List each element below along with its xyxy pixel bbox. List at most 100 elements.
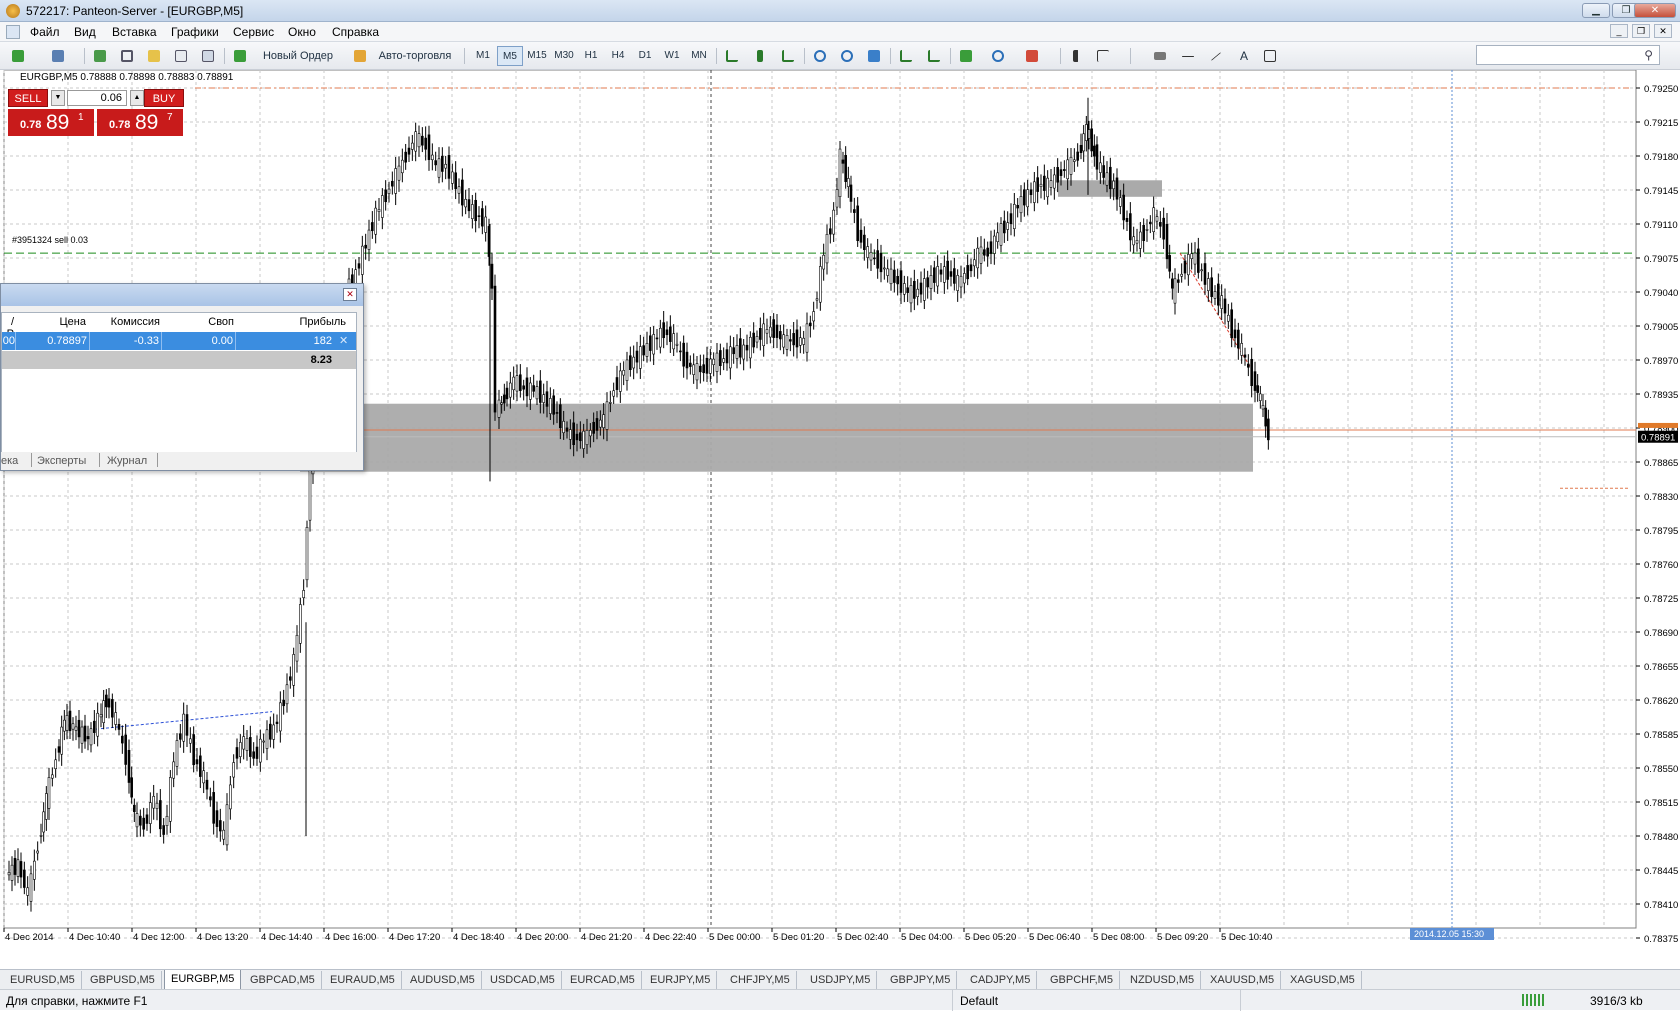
market-watch-icon[interactable]: [90, 46, 110, 66]
terminal-tab-journal[interactable]: Журнал: [107, 455, 147, 467]
candle-bull: [672, 333, 675, 350]
time-tick-label: 4 Dec 13:20: [197, 932, 248, 943]
chart-shift-icon[interactable]: [924, 46, 944, 66]
mdi-minimize-button[interactable]: _: [1610, 24, 1628, 38]
col-swap[interactable]: Своп: [162, 316, 234, 328]
buy-button[interactable]: BUY: [144, 89, 184, 107]
menu-help[interactable]: Справка: [332, 25, 379, 39]
cursor-icon[interactable]: [1066, 46, 1086, 66]
tf-mn-button[interactable]: MN: [686, 46, 712, 66]
strategy-tester-icon[interactable]: [198, 46, 218, 66]
col-profit[interactable]: Прибыль: [236, 316, 346, 328]
status-profile[interactable]: Default: [960, 994, 998, 1008]
text-tool-icon[interactable]: A: [1234, 46, 1254, 66]
search-input[interactable]: ⚲: [1476, 45, 1660, 65]
menu-tools[interactable]: Сервис: [233, 25, 274, 39]
tf-m1-button[interactable]: M1: [470, 46, 496, 66]
symbol-tab[interactable]: GBPJPY,M5: [884, 971, 958, 989]
candlestick-icon[interactable]: [750, 46, 770, 66]
zoom-out-icon[interactable]: [837, 46, 857, 66]
text-label-icon[interactable]: [1260, 46, 1280, 66]
lot-decrease-button[interactable]: ▼: [51, 90, 65, 106]
sell-price-button[interactable]: 0.78 89 1: [8, 109, 94, 136]
crosshair-icon[interactable]: [1093, 46, 1113, 66]
symbol-tab[interactable]: EURJPY,M5: [644, 971, 718, 989]
symbol-tab[interactable]: USDCAD,M5: [484, 971, 562, 989]
symbol-tab[interactable]: EURAUD,M5: [324, 971, 402, 989]
lot-size-input[interactable]: 0.06: [67, 90, 127, 106]
candle-bull: [16, 859, 20, 877]
terminal-close-button[interactable]: ✕: [343, 288, 357, 301]
line-chart-icon[interactable]: [778, 46, 798, 66]
candle-bull: [222, 829, 225, 840]
symbol-tab[interactable]: GBPUSD,M5: [84, 971, 162, 989]
navigator-icon[interactable]: [144, 46, 164, 66]
symbol-tab[interactable]: AUDUSD,M5: [404, 971, 482, 989]
child-window-icon[interactable]: [6, 25, 20, 39]
buy-price-button[interactable]: 0.78 89 7: [97, 109, 183, 136]
minimize-button[interactable]: ▁: [1582, 3, 1610, 18]
menu-file[interactable]: Файл: [30, 25, 60, 39]
horizontal-line-icon[interactable]: [1178, 46, 1198, 66]
terminal-tab-history[interactable]: ека: [1, 455, 18, 467]
menu-charts[interactable]: Графики: [171, 25, 219, 39]
data-window-icon[interactable]: [117, 46, 137, 66]
indicators-icon[interactable]: [956, 46, 976, 66]
tf-m5-button[interactable]: M5: [497, 46, 523, 66]
periods-icon[interactable]: [988, 46, 1008, 66]
autotrading-button[interactable]: Авто-торговля: [370, 46, 460, 66]
symbol-tab[interactable]: GBPCHF,M5: [1044, 971, 1120, 989]
chart-area[interactable]: 0.79250 0.79215 0.79180 0.79145 0.79110 0.790…: [0, 69, 1680, 970]
menu-window[interactable]: Окно: [288, 25, 316, 39]
symbol-tab[interactable]: EURUSD,M5: [4, 971, 82, 989]
tf-w1-button[interactable]: W1: [659, 46, 685, 66]
zoom-in-icon[interactable]: [810, 46, 830, 66]
sell-button[interactable]: SELL: [8, 89, 48, 107]
lot-increase-button[interactable]: ▲: [130, 90, 144, 106]
close-order-icon[interactable]: ✕: [339, 334, 348, 347]
symbol-tab[interactable]: CADJPY,M5: [964, 971, 1038, 989]
tf-h4-button[interactable]: H4: [605, 46, 631, 66]
candle-bear: [525, 377, 529, 397]
candle-bull: [397, 165, 401, 181]
trendline-icon[interactable]: [1206, 46, 1226, 66]
autotrading-icon[interactable]: [350, 46, 370, 66]
new-order-icon[interactable]: [230, 46, 250, 66]
symbol-tab[interactable]: EURCAD,M5: [564, 971, 642, 989]
tf-h1-button[interactable]: H1: [578, 46, 604, 66]
candle-bear: [655, 337, 659, 340]
profiles-icon[interactable]: [48, 46, 68, 66]
mdi-restore-button[interactable]: ❐: [1632, 24, 1650, 38]
symbol-tab[interactable]: GBPCAD,M5: [244, 971, 322, 989]
symbol-tab[interactable]: CHFJPY,M5: [724, 971, 797, 989]
tf-m30-button[interactable]: M30: [551, 46, 577, 66]
auto-scroll-icon[interactable]: [896, 46, 916, 66]
table-row[interactable]: 00 0.78897 -0.33 0.00 182 ✕: [2, 332, 356, 350]
terminal-icon[interactable]: [171, 46, 191, 66]
close-button[interactable]: ✕: [1634, 3, 1676, 18]
symbol-tab[interactable]: USDJPY,M5: [804, 971, 878, 989]
terminal-tab-experts[interactable]: Эксперты: [37, 455, 86, 467]
candle-bear: [124, 734, 127, 765]
symbol-tab[interactable]: NZDUSD,M5: [1124, 971, 1202, 989]
menu-view[interactable]: Вид: [74, 25, 96, 39]
mdi-close-button[interactable]: ✕: [1654, 24, 1672, 38]
symbol-tab[interactable]: XAGUSD,M5: [1284, 971, 1362, 989]
tf-d1-button[interactable]: D1: [632, 46, 658, 66]
new-order-button[interactable]: Новый Ордер: [250, 46, 346, 66]
templates-icon[interactable]: [1022, 46, 1042, 66]
rectangle-tool-icon[interactable]: [1150, 46, 1170, 66]
col-commission[interactable]: Комиссия: [90, 316, 160, 328]
price-tick-label: 0.79110: [1644, 220, 1678, 231]
new-chart-icon[interactable]: [8, 46, 28, 66]
price-tick-label: 0.78830: [1644, 492, 1678, 503]
col-price[interactable]: Цена: [22, 316, 86, 328]
tile-windows-icon[interactable]: [864, 46, 884, 66]
menu-insert[interactable]: Вставка: [112, 25, 157, 39]
time-tick-label: 5 Dec 06:40: [1029, 932, 1080, 943]
symbol-tab[interactable]: EURGBP,M5: [164, 970, 242, 990]
bar-chart-icon[interactable]: [722, 46, 742, 66]
symbol-tab[interactable]: XAUUSD,M5: [1204, 971, 1282, 989]
tf-m15-button[interactable]: M15: [524, 46, 550, 66]
candle-bear: [896, 276, 899, 285]
